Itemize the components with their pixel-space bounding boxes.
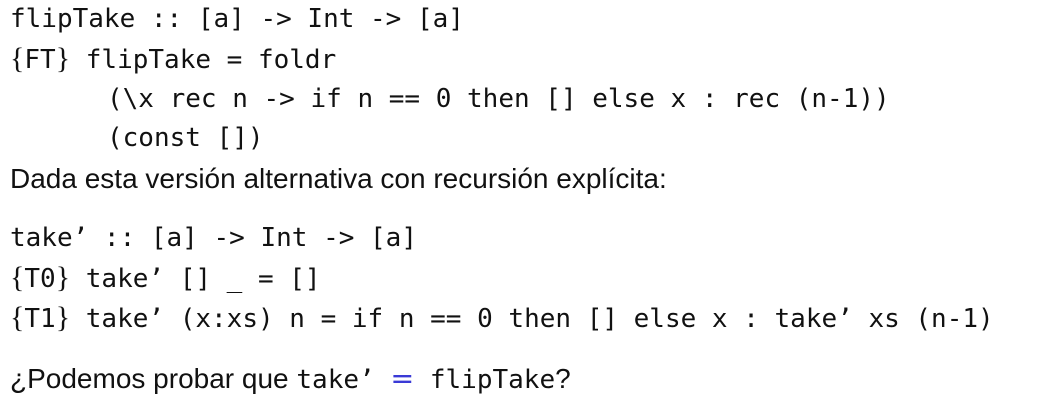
equals-sign: =	[390, 362, 415, 395]
question-prefix: ¿Podemos probar que	[10, 363, 297, 394]
ft-rule-tag: {FT}	[10, 42, 71, 75]
t1-equation-line: {T1} take’ (x:xs) n = if n == 0 then [] …	[10, 301, 994, 335]
ft-definition-line: {FT} flipTake = foldr	[10, 42, 336, 76]
question-lhs: take’	[296, 365, 375, 395]
ft-lambda-argument: (\x rec n -> if n == 0 then [] else x : …	[107, 84, 890, 114]
ft-definition-code: flipTake = foldr	[85, 45, 337, 75]
t1-equation-code: take’ (x:xs) n = if n == 0 then [] else …	[85, 304, 994, 334]
question-rhs: flipTake	[429, 365, 556, 395]
take-type-signature: take’ :: [a] -> Int -> [a]	[10, 223, 417, 253]
fliptake-type-signature: flipTake :: [a] -> Int -> [a]	[10, 4, 464, 34]
ft-base-argument: (const [])	[107, 123, 264, 153]
question-line: ¿Podemos probar que take’ = flipTake?	[10, 362, 571, 396]
question-suffix: ?	[555, 363, 571, 394]
t1-rule-tag: {T1}	[10, 301, 71, 334]
t0-equation-line: {T0} take’ [] _ = []	[10, 261, 321, 295]
t0-rule-tag: {T0}	[10, 261, 71, 294]
t0-equation-code: take’ [] _ = []	[85, 264, 321, 294]
explicit-recursion-intro: Dada esta versión alternativa con recurs…	[10, 163, 667, 194]
